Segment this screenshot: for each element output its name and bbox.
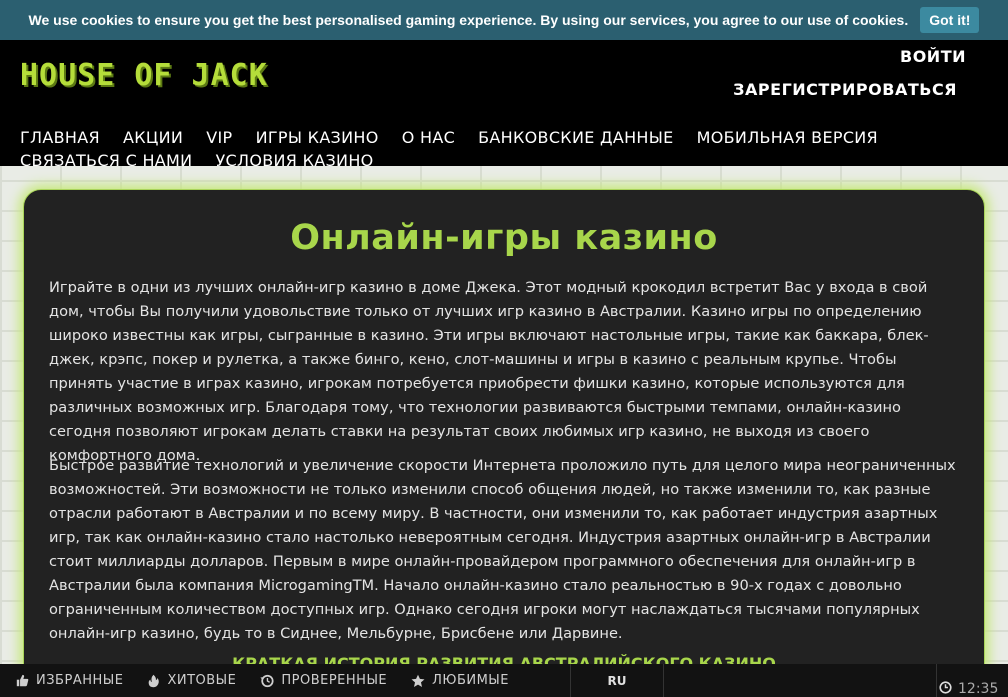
- star-icon: [411, 674, 425, 687]
- nav-item-vip[interactable]: VIP: [206, 126, 232, 149]
- fire-icon: [149, 674, 160, 687]
- site-header: HOUSE OF JACK ВОЙТИ ЗАРЕГИСТРИРОВАТЬСЯ Г…: [0, 40, 1008, 170]
- cookie-banner: We use cookies to ensure you get the bes…: [0, 0, 1008, 40]
- intro-paragraph: Играйте в одни из лучших онлайн-игр кази…: [49, 279, 929, 464]
- nav-item-promotions[interactable]: АКЦИИ: [123, 126, 183, 149]
- cookie-text: We use cookies to ensure you get the bes…: [28, 12, 909, 28]
- site-logo[interactable]: HOUSE OF JACK: [20, 58, 268, 93]
- nav-item-about[interactable]: О НАС: [402, 126, 455, 149]
- bottom-toolbar: ИЗБРАННЫЕ ХИТОВЫЕ ПРОВЕРЕННЫЕ ЛЮБИМЫЕ RU…: [0, 664, 1008, 697]
- nav-item-banking[interactable]: БАНКОВСКИЕ ДАННЫЕ: [478, 126, 673, 149]
- bottom-item-label: ХИТОВЫЕ: [167, 673, 237, 688]
- clock-display: 12:35: [936, 664, 1008, 697]
- cookie-accept-button[interactable]: Got it!: [920, 7, 980, 33]
- thumbs-up-icon: [16, 674, 29, 687]
- bottom-item-featured[interactable]: ИЗБРАННЫЕ: [16, 664, 123, 697]
- bottom-item-label: ПРОВЕРЕННЫЕ: [281, 673, 388, 688]
- language-selector[interactable]: RU: [570, 664, 664, 697]
- login-link[interactable]: ВОЙТИ: [900, 47, 966, 66]
- history-paragraph: Быстрое развитие технологий и увеличение…: [49, 457, 956, 642]
- bottom-item-hot[interactable]: ХИТОВЫЕ: [147, 664, 236, 697]
- bottom-item-verified[interactable]: ПРОВЕРЕННЫЕ: [260, 664, 387, 697]
- bottom-item-favorites[interactable]: ЛЮБИМЫЕ: [411, 664, 509, 697]
- clock-time: 12:35: [958, 681, 999, 697]
- nav-item-home[interactable]: ГЛАВНАЯ: [20, 126, 100, 149]
- history-icon: [260, 674, 274, 687]
- nav-item-mobile[interactable]: МОБИЛЬНАЯ ВЕРСИЯ: [697, 126, 878, 149]
- nav-item-casino-games[interactable]: ИГРЫ КАЗИНО: [256, 126, 379, 149]
- main-nav: ГЛАВНАЯ АКЦИИ VIP ИГРЫ КАЗИНО О НАС БАНК…: [20, 126, 920, 172]
- clock-icon: [939, 681, 952, 694]
- content-card: Онлайн-игры казино Играйте в одни из луч…: [23, 189, 985, 697]
- nav-item-terms[interactable]: УСЛОВИЯ КАЗИНО: [216, 149, 374, 172]
- page-title: Онлайн-игры казино: [290, 218, 718, 258]
- bottom-item-label: ЛЮБИМЫЕ: [432, 673, 509, 688]
- nav-item-contact[interactable]: СВЯЗАТЬСЯ С НАМИ: [20, 149, 192, 172]
- register-link[interactable]: ЗАРЕГИСТРИРОВАТЬСЯ: [733, 80, 957, 99]
- bottom-item-label: ИЗБРАННЫЕ: [36, 673, 124, 688]
